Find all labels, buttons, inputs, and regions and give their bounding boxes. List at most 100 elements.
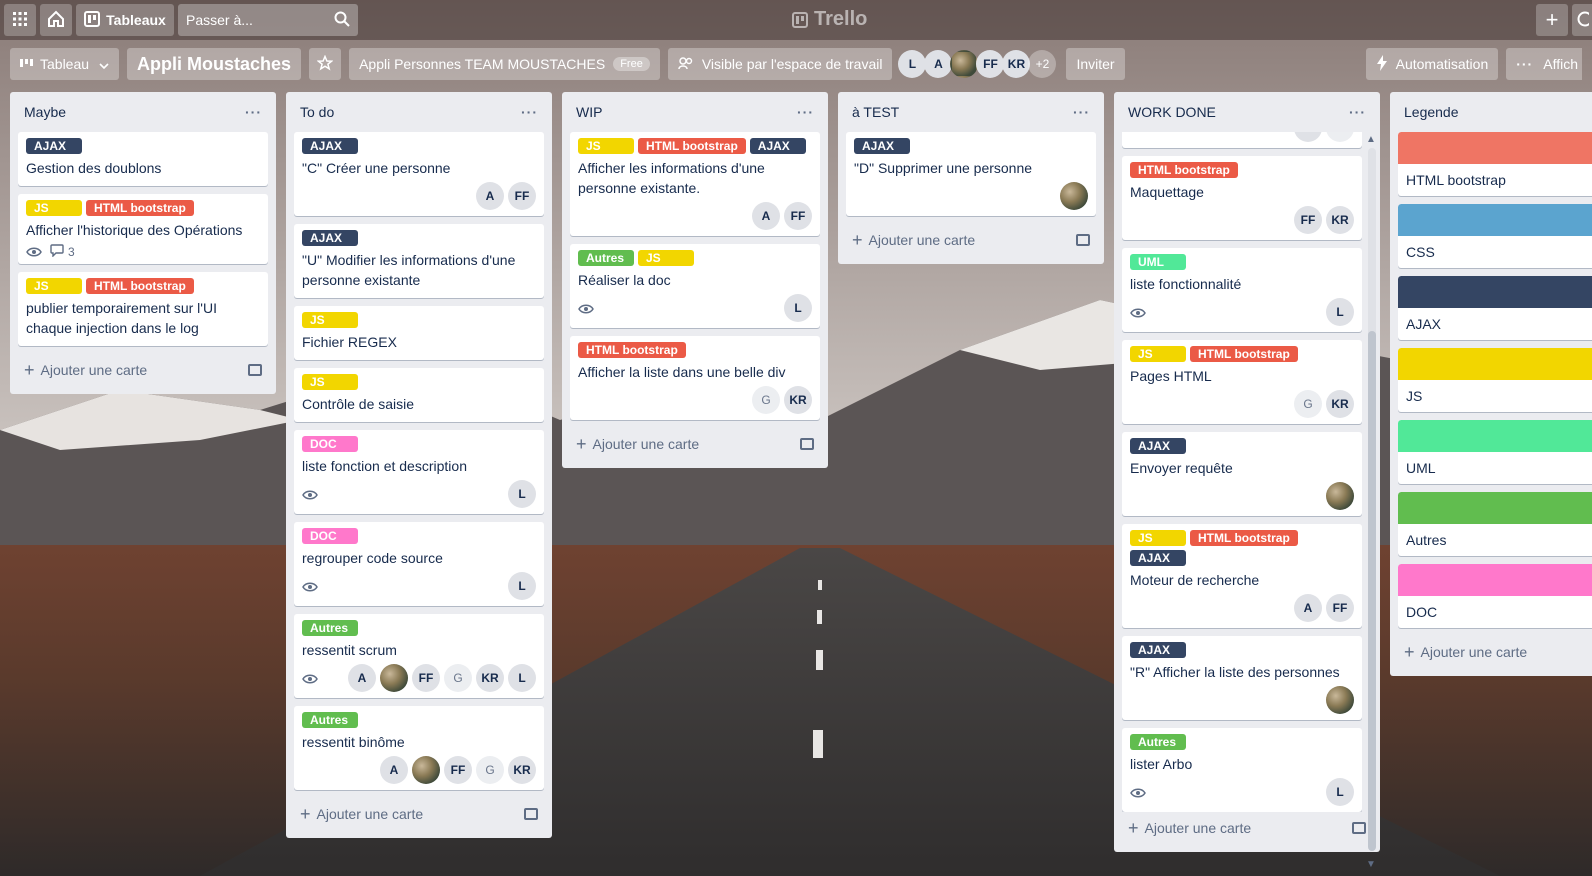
board-title[interactable]: Appli Moustaches: [127, 48, 302, 80]
list-card[interactable]: JS HTML bootstrap AJAX Afficher les informa…: [570, 132, 820, 236]
legend-card[interactable]: JS: [1398, 348, 1592, 412]
card-label[interactable]: HTML bootstrap: [1190, 530, 1298, 546]
member-avatar[interactable]: FF: [784, 202, 812, 230]
member-avatar-photo[interactable]: [412, 756, 440, 784]
list-card[interactable]: UML liste fonctionnalité L: [1122, 248, 1362, 332]
card-label[interactable]: JS: [26, 278, 82, 294]
list-card[interactable]: AJAX "C" Créer une personne A FF: [294, 132, 544, 216]
legend-card[interactable]: UML: [1398, 420, 1592, 484]
legend-card[interactable]: CSS: [1398, 204, 1592, 268]
add-card-button[interactable]: + Ajouter une carte: [18, 354, 268, 386]
scroll-up-icon[interactable]: ▲: [1366, 134, 1376, 145]
card-label[interactable]: JS: [1130, 346, 1186, 362]
list-card[interactable]: Autres ressentit scrum A FF G KR L: [294, 614, 544, 698]
list-title[interactable]: Maybe: [24, 104, 66, 120]
member-avatar[interactable]: L: [508, 664, 536, 692]
card-label[interactable]: AJAX: [1130, 550, 1186, 566]
list-card[interactable]: AJAX Envoyer requête: [1122, 432, 1362, 516]
add-card-button[interactable]: + Ajouter une carte: [846, 224, 1096, 256]
member-avatar[interactable]: KR: [1326, 206, 1354, 234]
member-avatar[interactable]: A: [1294, 594, 1322, 622]
star-button[interactable]: [309, 48, 342, 80]
list-card[interactable]: JS HTML bootstrap AJAX Moteur de recherche A…: [1122, 524, 1362, 628]
member-avatar[interactable]: FF: [1326, 594, 1354, 622]
list-menu-icon[interactable]: ···: [245, 104, 262, 120]
card-label[interactable]: JS: [302, 312, 358, 328]
card-label[interactable]: Autres: [578, 250, 634, 266]
card-label[interactable]: AJAX: [302, 230, 358, 246]
member-avatar[interactable]: L: [784, 294, 812, 322]
invite-button[interactable]: Inviter: [1066, 48, 1125, 80]
create-button[interactable]: +: [1536, 4, 1568, 36]
member-avatar[interactable]: KR: [508, 756, 536, 784]
member-avatar[interactable]: G: [752, 386, 780, 414]
card-label[interactable]: Autres: [302, 620, 358, 636]
list-title[interactable]: To do: [300, 104, 334, 120]
scroll-down-icon[interactable]: ▼: [1366, 859, 1376, 870]
apps-grid-button[interactable]: [4, 4, 36, 36]
member-avatar[interactable]: G: [476, 756, 504, 784]
show-menu-button[interactable]: ··· Affich: [1506, 48, 1582, 80]
list-card[interactable]: JS Fichier REGEX: [294, 306, 544, 360]
card-label[interactable]: AJAX: [749, 138, 806, 154]
card-label[interactable]: Autres: [302, 712, 358, 728]
list-card[interactable]: AJAX "D" Supprimer une personne: [846, 132, 1096, 216]
member-avatar[interactable]: L: [1326, 298, 1354, 326]
card-label[interactable]: JS: [638, 250, 694, 266]
member-avatar[interactable]: A: [1294, 132, 1322, 142]
list-menu-icon[interactable]: ···: [521, 104, 538, 120]
list-title[interactable]: WIP: [576, 104, 602, 120]
card-label[interactable]: AJAX: [1130, 642, 1186, 658]
card-label[interactable]: HTML bootstrap: [1130, 162, 1238, 178]
list-title[interactable]: Legende: [1404, 104, 1459, 120]
card-label[interactable]: DOC: [302, 436, 358, 452]
card-label[interactable]: HTML bootstrap: [638, 138, 746, 154]
card-template-icon[interactable]: [1076, 234, 1090, 246]
member-avatar[interactable]: G: [1294, 390, 1322, 418]
card-label[interactable]: UML: [1130, 254, 1186, 270]
card-label[interactable]: HTML bootstrap: [86, 278, 194, 294]
trello-logo[interactable]: Trello: [792, 8, 867, 31]
member-avatar-photo[interactable]: [950, 50, 979, 78]
card-label[interactable]: AJAX: [854, 138, 910, 154]
member-avatar[interactable]: FF: [976, 50, 1005, 78]
home-button[interactable]: [40, 4, 72, 36]
member-avatar[interactable]: G: [444, 664, 472, 692]
card-label[interactable]: JS: [302, 374, 358, 390]
card-label[interactable]: HTML bootstrap: [86, 200, 194, 216]
boards-button[interactable]: Tableaux: [76, 4, 174, 36]
member-avatar-photo[interactable]: [1060, 182, 1088, 210]
list-card[interactable]: DOC regrouper code source L: [294, 522, 544, 606]
card-label[interactable]: JS: [578, 138, 634, 154]
list-scrollbar[interactable]: ▲ ▼: [1366, 134, 1376, 870]
visibility-button[interactable]: Visible par l'espace de travail: [667, 48, 893, 80]
add-card-button[interactable]: + Ajouter une carte: [1398, 636, 1592, 668]
member-avatar[interactable]: A: [752, 202, 780, 230]
workspace-button[interactable]: Appli Personnes TEAM MOUSTACHES Free: [349, 48, 660, 80]
card-label[interactable]: JS: [26, 200, 82, 216]
member-avatar[interactable]: A: [476, 182, 504, 210]
card-label[interactable]: HTML bootstrap: [1190, 346, 1298, 362]
list-card[interactable]: AJAX "U" Modifier les informations d'une …: [294, 224, 544, 298]
member-avatar[interactable]: KR: [1326, 390, 1354, 418]
card-template-icon[interactable]: [248, 364, 262, 376]
member-avatar[interactable]: FF: [1294, 206, 1322, 234]
member-avatar[interactable]: KR: [784, 386, 812, 414]
card-template-icon[interactable]: [524, 808, 538, 820]
list-card[interactable]: JS HTML bootstrap publier temporairement s…: [18, 272, 268, 346]
member-avatar-photo[interactable]: [1326, 686, 1354, 714]
list-card[interactable]: JS HTML bootstrap Pages HTML G KR: [1122, 340, 1362, 424]
member-avatar[interactable]: L: [1326, 778, 1354, 806]
member-avatar[interactable]: L: [898, 50, 927, 78]
legend-card[interactable]: AJAX: [1398, 276, 1592, 340]
list-card[interactable]: Autres ressentit binôme A FF G KR: [294, 706, 544, 790]
list-card[interactable]: HTML bootstrap Afficher la liste dans une…: [570, 336, 820, 420]
member-avatar[interactable]: FF: [508, 182, 536, 210]
list-card[interactable]: Autres lister Arbo L: [1122, 728, 1362, 812]
view-switcher-button[interactable]: Tableau: [10, 48, 120, 80]
member-avatar[interactable]: L: [508, 572, 536, 600]
member-avatar[interactable]: A: [380, 756, 408, 784]
member-avatar-photo[interactable]: [1326, 482, 1354, 510]
list-title[interactable]: à TEST: [852, 104, 899, 120]
card-label[interactable]: Autres: [1130, 734, 1186, 750]
